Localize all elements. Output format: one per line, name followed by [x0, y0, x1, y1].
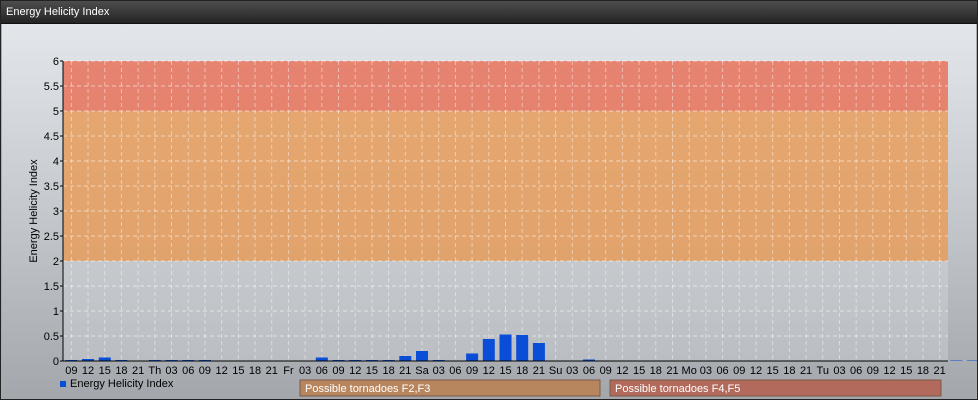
x-tick-label: 09 [867, 365, 879, 377]
legend-swatch-series [60, 381, 66, 387]
x-tick-label: 18 [650, 365, 662, 377]
y-tick-label: 0.5 [44, 331, 59, 343]
y-tick-label: 5.5 [44, 81, 59, 93]
x-tick-label: Th [148, 365, 161, 377]
x-tick-label: 09 [199, 365, 211, 377]
x-tick-label: 18 [115, 365, 127, 377]
bar [950, 360, 963, 361]
x-tick-label: 03 [165, 365, 177, 377]
bar [532, 343, 545, 361]
y-tick-label: 4.5 [44, 131, 59, 143]
y-tick-label: 5 [53, 106, 59, 118]
x-tick-label: 15 [499, 365, 511, 377]
x-tick-label: 03 [833, 365, 845, 377]
bar [967, 360, 977, 361]
y-tick-label: 2.5 [44, 231, 59, 243]
x-tick-label: 15 [366, 365, 378, 377]
x-tick-label: 06 [850, 365, 862, 377]
x-tick-label: 15 [633, 365, 645, 377]
x-tick-label: 18 [249, 365, 261, 377]
legend-box-f2-f3-label: Possible tornadoes F2,F3 [305, 383, 430, 395]
y-tick-label: 4 [53, 156, 59, 168]
bar [482, 339, 495, 361]
x-tick-label: 21 [533, 365, 545, 377]
x-tick-label: 21 [266, 365, 278, 377]
y-tick-label: 3 [53, 206, 59, 218]
x-tick-label: 06 [583, 365, 595, 377]
legend-box-f4-f5-label: Possible tornadoes F4,F5 [615, 383, 740, 395]
bar [415, 351, 429, 361]
x-tick-label: 12 [483, 365, 495, 377]
x-tick-label: 12 [750, 365, 762, 377]
y-tick-label: 3.5 [44, 181, 59, 193]
x-tick-label: 18 [516, 365, 528, 377]
x-tick-label: 12 [82, 365, 94, 377]
x-tick-label: 09 [733, 365, 745, 377]
bar [516, 335, 529, 361]
bar [499, 334, 512, 361]
legend-label-series: Energy Helicity Index [70, 378, 174, 390]
x-tick-label: 09 [600, 365, 612, 377]
chart-window: Energy Helicity Index 0 0.5 1 1.5 2 2.5 3 3.5 4 4… [0, 0, 978, 400]
x-tick-label: 21 [399, 365, 411, 377]
y-tick-label: 6 [53, 56, 59, 68]
x-tick-label: 06 [716, 365, 728, 377]
x-tick-label: 21 [934, 365, 946, 377]
x-tick-label: 09 [65, 365, 77, 377]
x-tick-label: 21 [800, 365, 812, 377]
y-axis-title: Energy Helicity Index [28, 159, 40, 263]
x-tick-label: 18 [382, 365, 394, 377]
x-tick-label: 09 [466, 365, 478, 377]
energy-helicity-chart: 0 0.5 1 1.5 2 2.5 3 3.5 4 4.5 5 5.5 6 09 12 15 18 21 Th 03 0… [28, 56, 977, 397]
x-tick-label: 18 [917, 365, 929, 377]
y-tick-label: 1.5 [44, 281, 59, 293]
x-tick-label: 03 [566, 365, 578, 377]
x-tick-label: 06 [449, 365, 461, 377]
x-tick-label: Sa [415, 365, 429, 377]
x-tick-label: 12 [616, 365, 628, 377]
x-tick-label: 06 [316, 365, 328, 377]
bar [98, 357, 111, 361]
x-tick-label: 15 [232, 365, 244, 377]
x-tick-label: 21 [666, 365, 678, 377]
x-tick-label: Su [549, 365, 562, 377]
x-tick-label: 15 [900, 365, 912, 377]
x-tick-label: 03 [299, 365, 311, 377]
x-tick-label: 15 [767, 365, 779, 377]
x-tick-label: 21 [132, 365, 144, 377]
bar [399, 356, 412, 361]
y-tick-label: 0 [53, 356, 59, 368]
x-tick-label: Mo [682, 365, 697, 377]
x-tick-label: Fr [283, 365, 294, 377]
x-tick-label: 03 [433, 365, 445, 377]
x-tick-label: 12 [349, 365, 361, 377]
x-tick-label: 12 [883, 365, 895, 377]
x-tick-label: 03 [700, 365, 712, 377]
y-tick-label: 2 [53, 256, 59, 268]
x-tick-label: 18 [783, 365, 795, 377]
x-tick-label: Tu [817, 365, 829, 377]
y-tick-label: 1 [53, 306, 59, 318]
x-tick-label: 12 [216, 365, 228, 377]
bar [466, 353, 479, 361]
x-tick-label: 15 [99, 365, 111, 377]
x-tick-label: 06 [182, 365, 194, 377]
bar [315, 357, 328, 361]
x-tick-label: 09 [332, 365, 344, 377]
